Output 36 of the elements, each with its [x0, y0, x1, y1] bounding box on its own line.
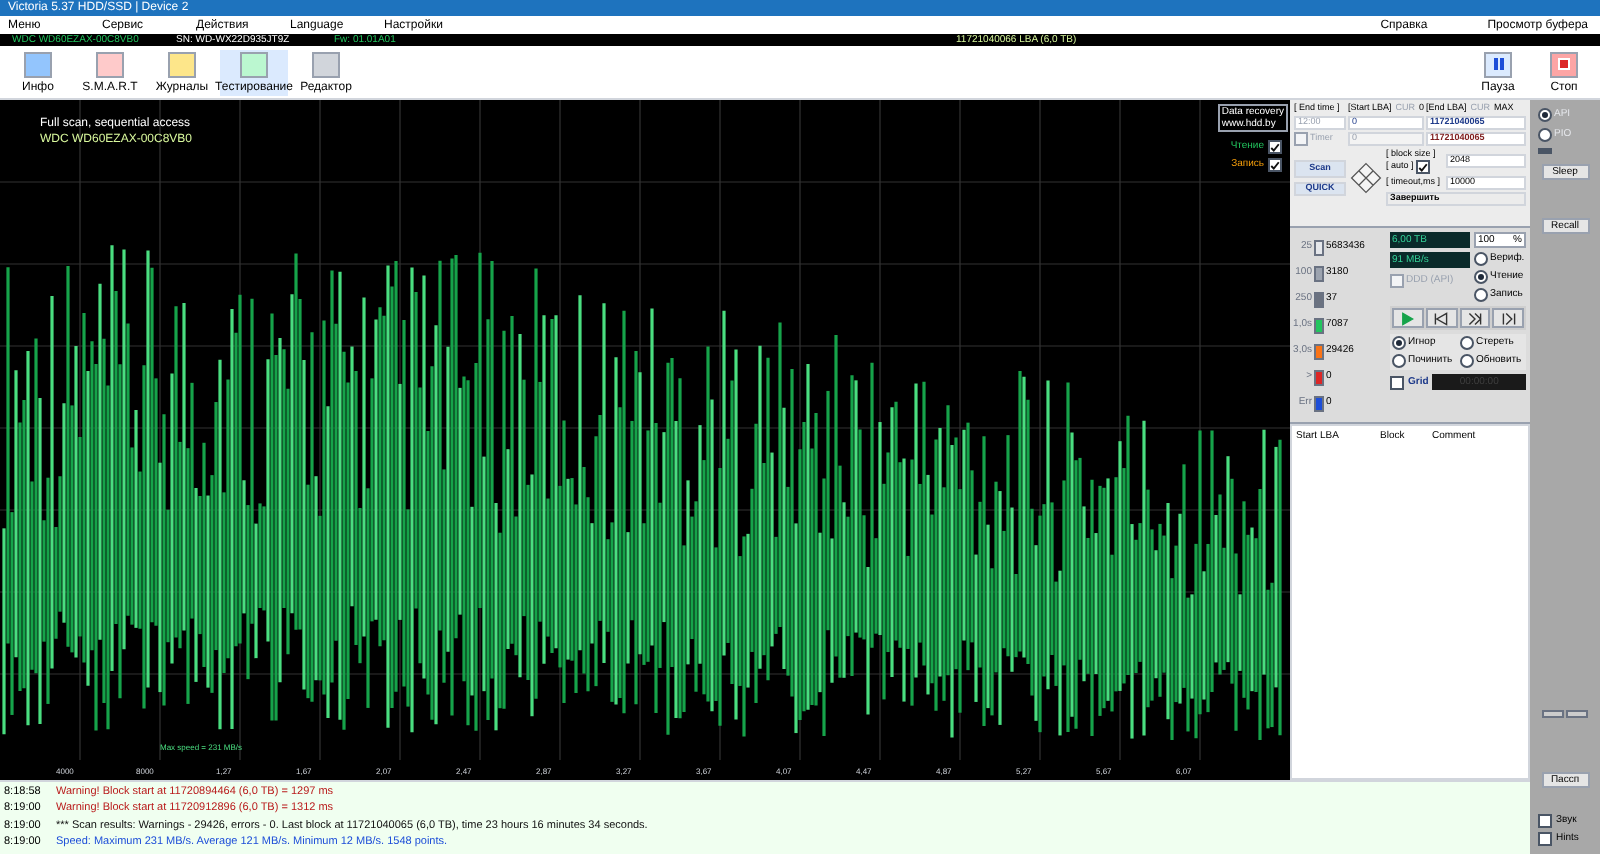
checkbox[interactable]	[1390, 274, 1404, 288]
radio-button[interactable]	[1474, 288, 1488, 302]
checkbox[interactable]	[1268, 140, 1282, 154]
tool-icon	[240, 51, 268, 77]
radio-button[interactable]	[1474, 270, 1488, 284]
checkbox[interactable]	[1390, 375, 1404, 389]
checkbox[interactable]	[1538, 832, 1552, 846]
rewind-icon	[1434, 311, 1449, 325]
stop-icon	[1550, 51, 1578, 77]
radio-button[interactable]	[1460, 354, 1474, 368]
radio-button[interactable]	[1392, 354, 1406, 368]
pause-icon	[1484, 51, 1512, 77]
skip-icon	[1467, 311, 1482, 325]
tool-icon	[312, 51, 340, 77]
radio-button[interactable]	[1538, 108, 1552, 122]
check-icon	[1417, 161, 1428, 173]
tool-icon	[24, 51, 52, 77]
radio-button[interactable]	[1474, 252, 1488, 266]
small-button[interactable]	[1566, 710, 1588, 718]
checkbox[interactable]	[1294, 131, 1308, 145]
direction-pad-icon	[1350, 161, 1382, 194]
play-icon	[1400, 311, 1415, 325]
checkbox[interactable]	[1268, 158, 1282, 172]
end-button[interactable]	[1492, 308, 1524, 328]
skip-button[interactable]	[1459, 308, 1491, 328]
radio-button[interactable]	[1538, 128, 1552, 142]
radio-button[interactable]	[1392, 336, 1406, 350]
checkbox[interactable]	[1415, 160, 1430, 174]
drive-icon	[1538, 148, 1552, 154]
end-icon	[1501, 311, 1516, 325]
radio-button[interactable]	[1460, 336, 1474, 350]
small-button[interactable]	[1542, 710, 1564, 718]
tool-icon	[96, 51, 124, 77]
checkbox[interactable]	[1538, 814, 1552, 828]
tool-icon	[168, 51, 196, 77]
rewind-button[interactable]	[1425, 308, 1457, 328]
